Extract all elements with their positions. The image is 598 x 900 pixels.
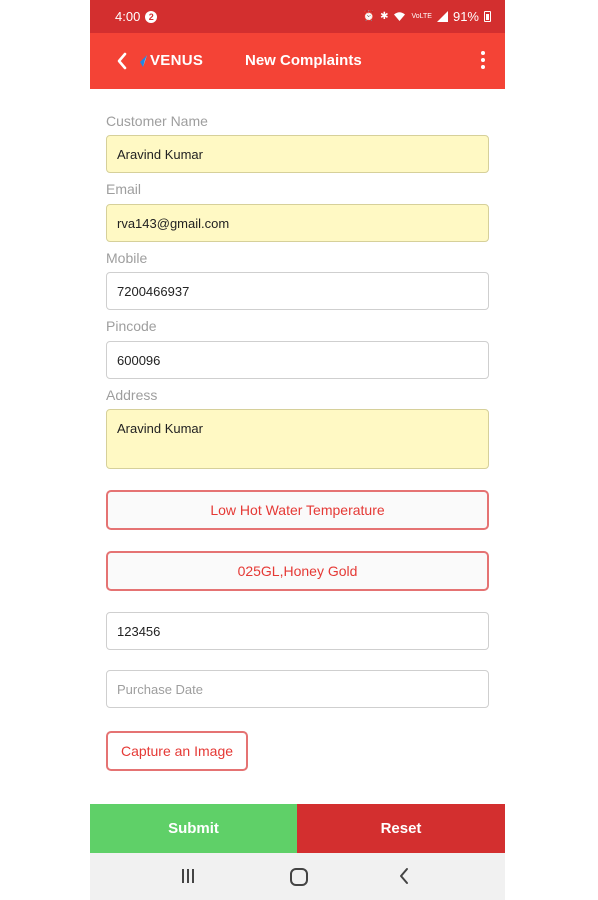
nav-back-icon[interactable]: [398, 867, 410, 885]
address-field[interactable]: Aravind Kumar: [106, 409, 489, 469]
pincode-field[interactable]: 600096: [106, 341, 489, 379]
system-nav-bar: [90, 853, 505, 900]
customer-name-field[interactable]: Aravind Kumar: [106, 135, 489, 173]
venus-logo-mark-icon: [140, 54, 147, 67]
address-label: Address: [106, 387, 158, 403]
home-icon[interactable]: [290, 868, 308, 886]
purchase-date-field[interactable]: Purchase Date: [106, 670, 489, 708]
bluetooth-icon: ✱: [380, 10, 389, 22]
serial-number-field[interactable]: 123456: [106, 612, 489, 650]
notification-badge-icon: 2: [145, 10, 158, 23]
overflow-menu-icon[interactable]: [479, 51, 487, 71]
signal-icon: [436, 11, 448, 22]
mobile-field[interactable]: 7200466937: [106, 272, 489, 310]
venus-logo: VENUS: [138, 52, 203, 69]
email-label: Email: [106, 181, 142, 197]
reset-button[interactable]: Reset: [297, 804, 505, 853]
alarm-icon: ⏰: [362, 10, 376, 22]
battery-percent: 91%: [452, 9, 479, 24]
logo-text: VENUS: [150, 52, 204, 69]
pincode-label: Pincode: [106, 318, 157, 334]
status-bar: 4:00 2 ⏰ ✱ VoLTE 91%: [90, 0, 505, 33]
purchase-date-placeholder: Purchase Date: [117, 682, 203, 697]
status-icons: ⏰ ✱ VoLTE 91%: [363, 9, 491, 24]
email-field[interactable]: rva143@gmail.com: [106, 204, 489, 242]
complaint-type-select[interactable]: Low Hot Water Temperature: [106, 490, 489, 530]
capture-image-button[interactable]: Capture an Image: [106, 731, 248, 771]
phone-screen: 4:00 2 ⏰ ✱ VoLTE 91% VENUS New Complaint…: [90, 0, 505, 900]
battery-icon: [484, 11, 491, 22]
submit-button[interactable]: Submit: [90, 804, 297, 853]
back-arrow-icon[interactable]: [114, 50, 130, 72]
mobile-label: Mobile: [106, 250, 148, 266]
page-title: New Complaints: [245, 52, 362, 69]
customer-name-label: Customer Name: [106, 113, 208, 129]
status-time: 4:00: [115, 9, 141, 24]
wifi-icon: [394, 12, 406, 21]
volte-icon: VoLTE: [411, 12, 432, 20]
recents-icon[interactable]: [182, 869, 198, 883]
status-time-group: 4:00 2: [115, 9, 158, 24]
form-actions: Submit Reset: [90, 804, 505, 853]
product-model-select[interactable]: 025GL,Honey Gold: [106, 551, 489, 591]
app-bar: VENUS New Complaints: [90, 33, 505, 89]
